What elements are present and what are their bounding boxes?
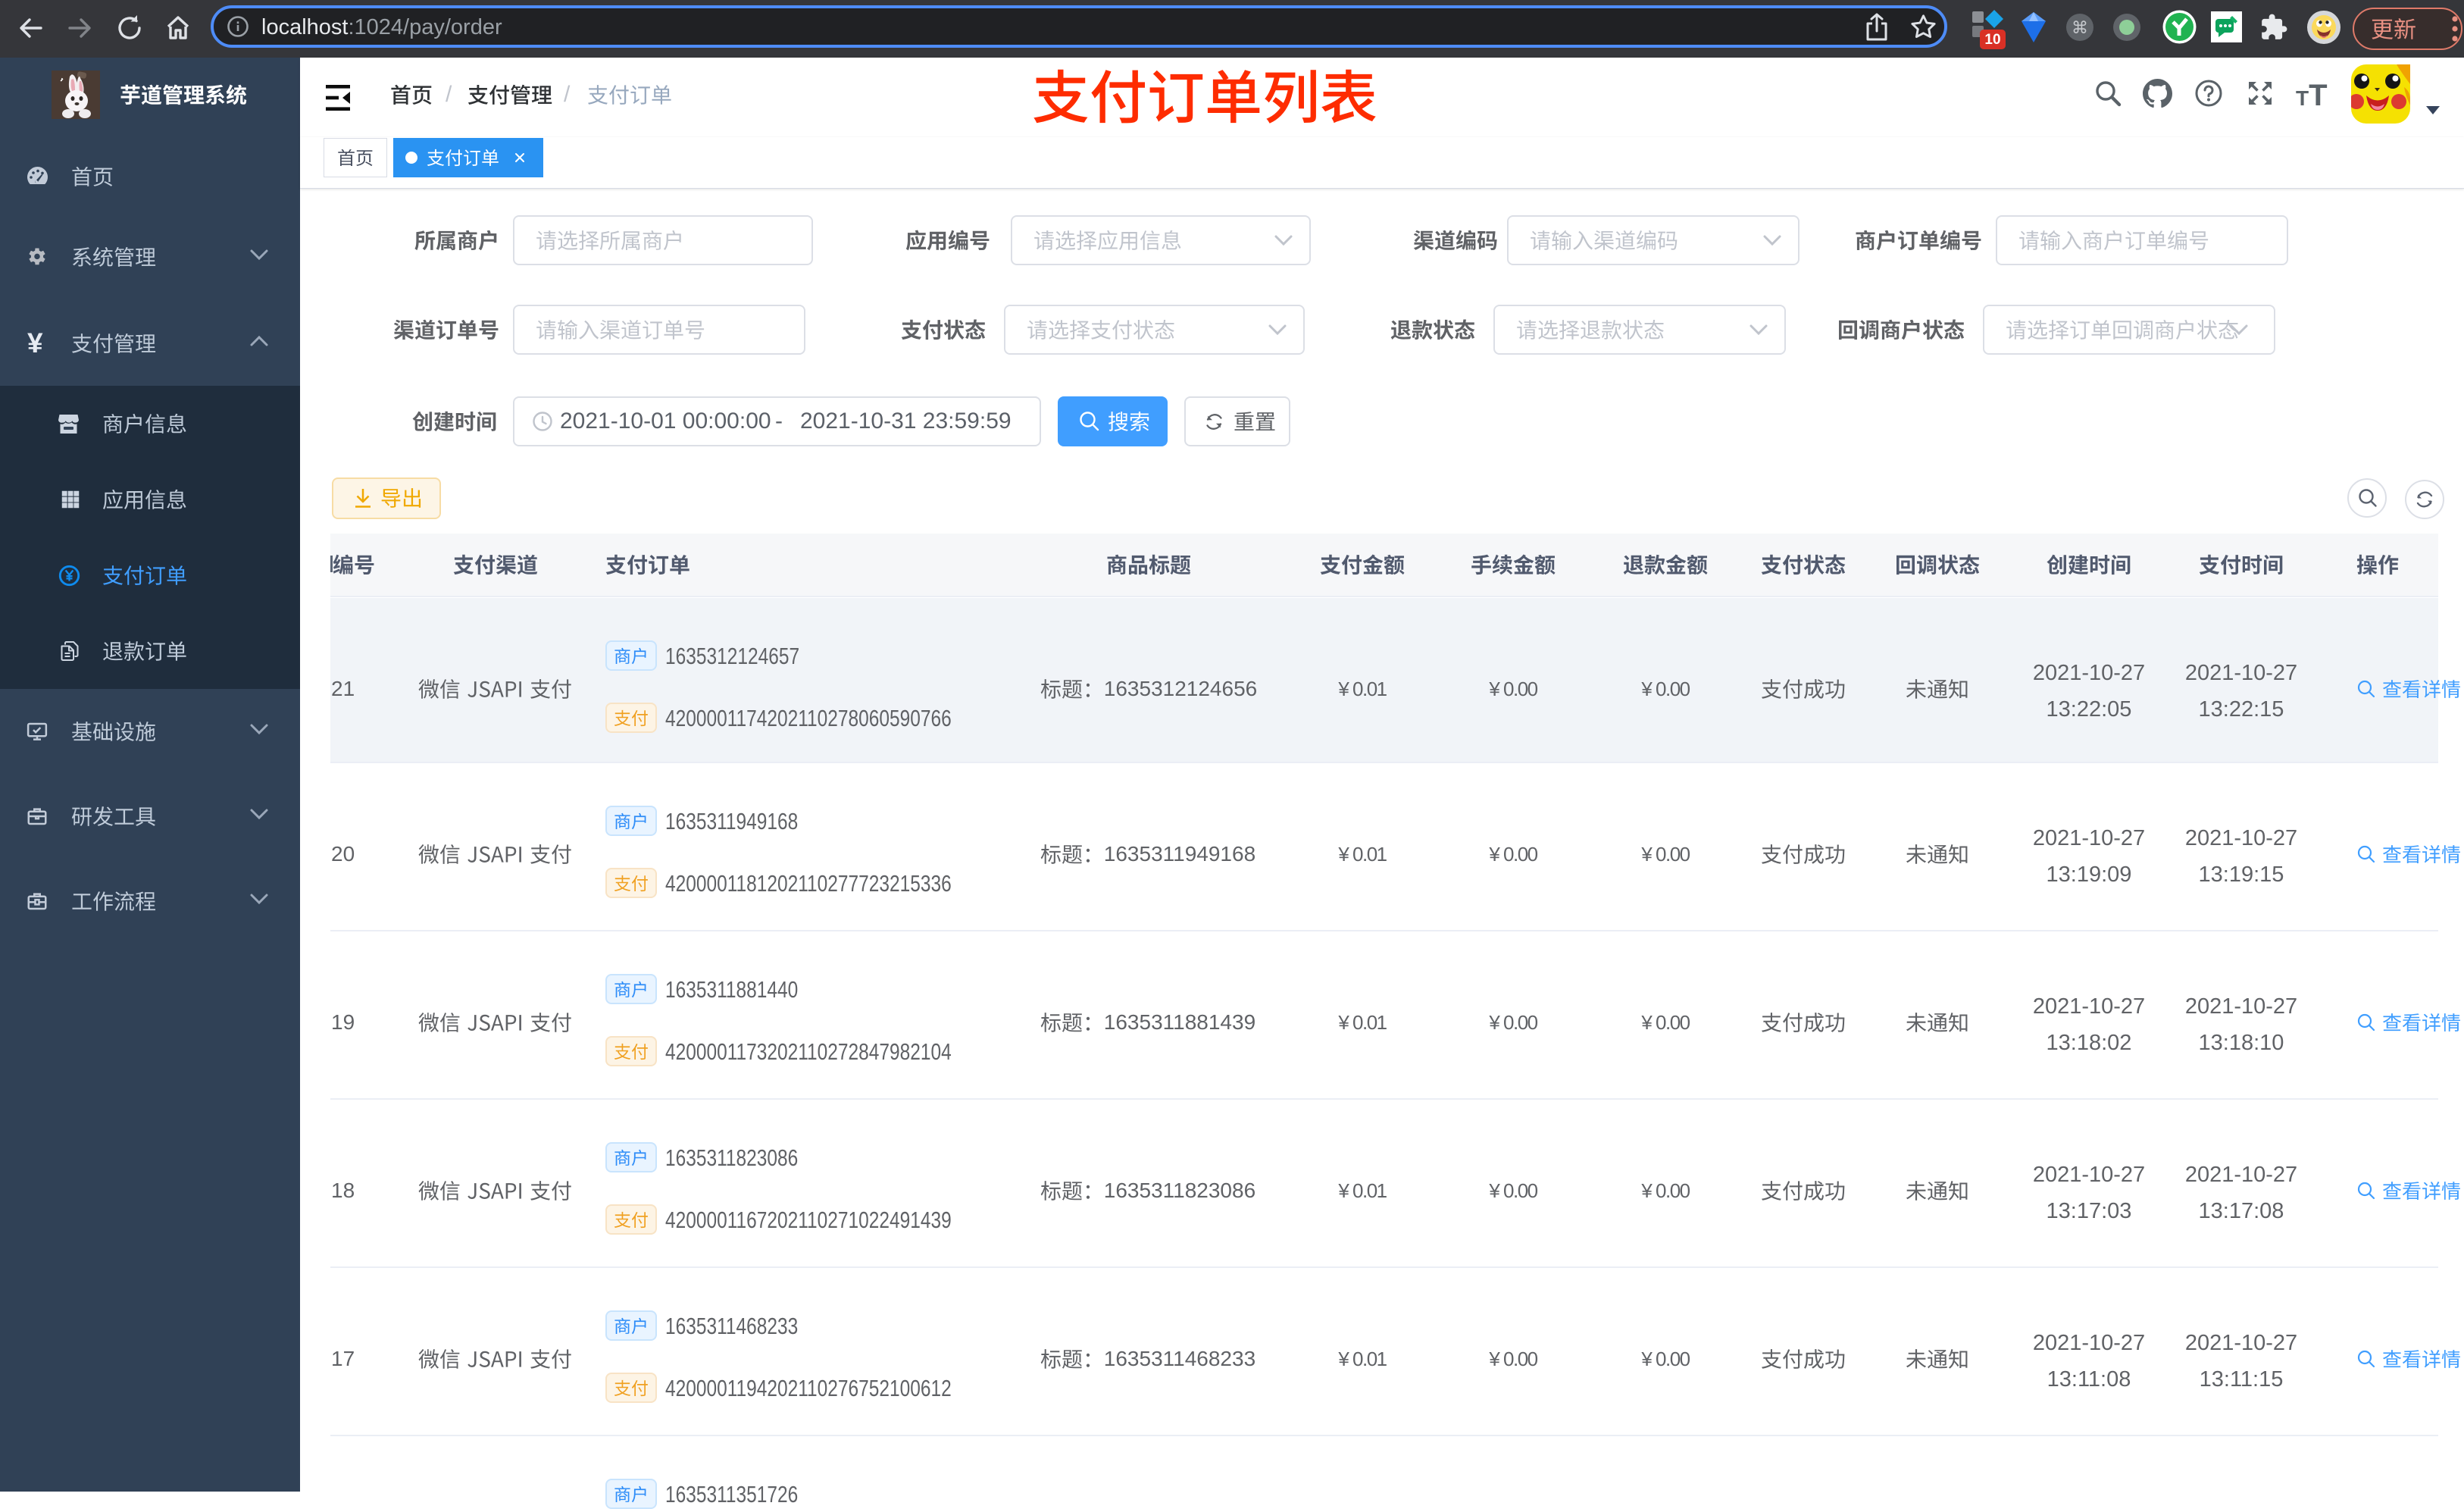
svg-text:10: 10 — [1984, 32, 2000, 48]
svg-text:⌘: ⌘ — [2072, 18, 2088, 37]
